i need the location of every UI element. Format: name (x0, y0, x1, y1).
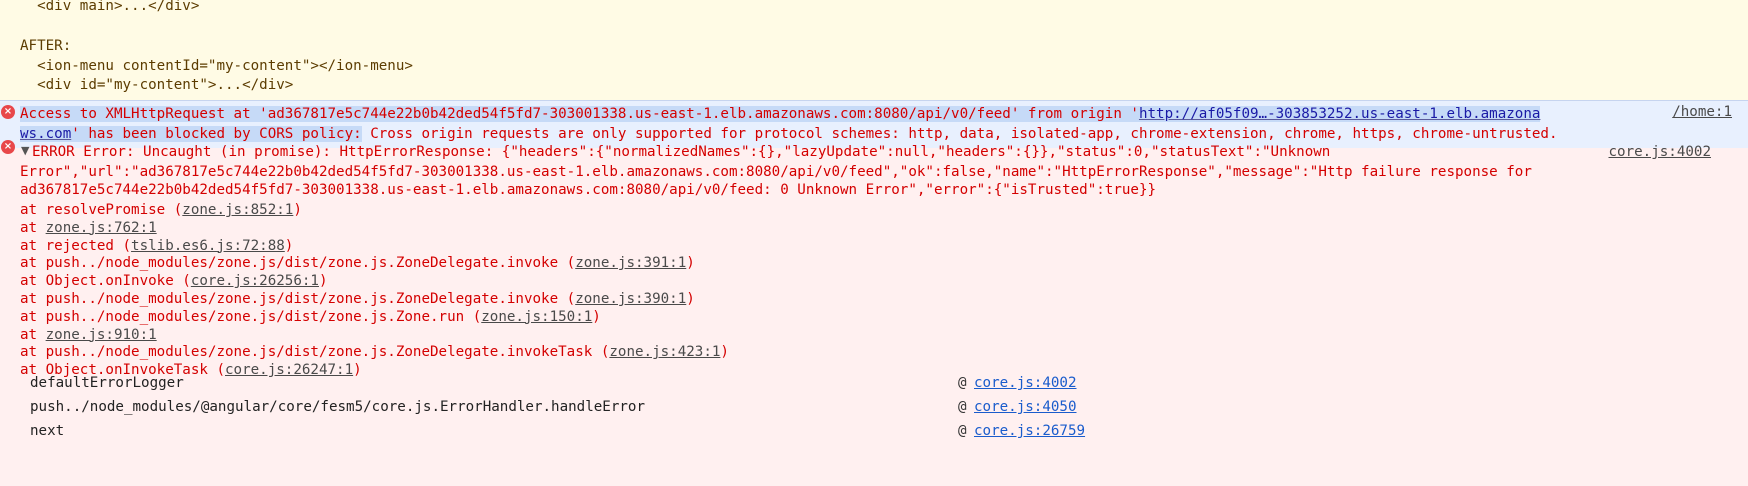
call-trace-at: @ (958, 399, 967, 415)
warning-line: AFTER: (20, 38, 72, 54)
call-trace-function: defaultErrorLogger (30, 375, 184, 391)
origin-link-continued[interactable]: ws.com (20, 126, 71, 142)
call-trace-at: @ (958, 423, 967, 439)
warning-line: <div id="my-content">...</div> (20, 77, 294, 93)
error-icon: × (1, 140, 15, 154)
stack-frame-link[interactable]: zone.js:762:1 (46, 220, 157, 236)
stack-frame-text: at (20, 219, 46, 236)
stack-frame-link[interactable]: zone.js:852:1 (182, 202, 293, 218)
stack-frame-link[interactable]: zone.js:910:1 (46, 327, 157, 343)
stack-frame-text: at resolvePromise ( (20, 202, 183, 218)
error-line-1: ERROR Error: Uncaught (in promise): Http… (32, 144, 1331, 160)
stack-frame-link[interactable]: core.js:26256:1 (191, 273, 319, 289)
error-line-3: ad367817e5c744e22b0b42ded54f5fd7-3030013… (20, 182, 1157, 198)
stack-frame-tail: ) (720, 344, 729, 361)
stack-frame-link[interactable]: zone.js:391:1 (575, 255, 686, 271)
origin-link[interactable]: http://af05f09…-303853252.us-east-1.elb.… (1139, 106, 1540, 122)
warning-line: <div main>...</div> (20, 0, 200, 14)
cors-error-line-2[interactable]: ws.com' has been blocked by CORS policy:… (20, 124, 1558, 144)
expand-toggle-icon[interactable]: ▼ (21, 144, 29, 157)
cors-error-line-1[interactable]: Access to XMLHttpRequest at 'ad367817e5c… (20, 104, 1541, 124)
uncaught-error-message[interactable]: × ▼ ERROR Error: Uncaught (in promise): … (0, 140, 1748, 486)
call-trace-at: @ (958, 375, 967, 391)
devtools-console: <div main>...</div> AFTER: <ion-menu con… (0, 0, 1748, 486)
call-trace-link[interactable]: core.js:4050 (974, 395, 1077, 419)
warning-message: <div main>...</div> AFTER: <ion-menu con… (0, 0, 1748, 100)
stack-frame-link[interactable]: zone.js:423:1 (609, 344, 720, 360)
stack-frame-link[interactable]: zone.js:390:1 (575, 291, 686, 307)
call-trace-function: push../node_modules/@angular/core/fesm5/… (30, 399, 645, 415)
error-source-link[interactable]: core.js:4002 (1609, 142, 1712, 162)
call-trace-link[interactable]: core.js:26759 (974, 419, 1085, 443)
stack-frame-text: at push../node_modules/zone.js/dist/zone… (20, 291, 576, 307)
stack-frame-link[interactable]: tslib.es6.js:72:88 (131, 238, 285, 254)
stack-frame-text: at rejected ( (20, 237, 132, 254)
stack-frame-text: at push../node_modules/zone.js/dist/zone… (20, 308, 482, 325)
stack-frame-tail: ) (284, 237, 294, 254)
stack-frame-tail: ) (293, 202, 302, 218)
call-trace-row[interactable]: push../node_modules/@angular/core/fesm5/… (30, 395, 1730, 419)
stack-frame-tail: ) (686, 291, 695, 307)
cors-error-text: Access to XMLHttpRequest at 'ad367817e5c… (20, 106, 1139, 122)
warning-line: <ion-menu contentId="my-content"></ion-m… (20, 58, 413, 74)
stack-frame-text: at (20, 326, 46, 343)
cors-error-text: Cross origin requests are only supported… (361, 126, 1558, 142)
cors-source-link[interactable]: /home:1 (1672, 104, 1732, 120)
stack-frame-text: at push../node_modules/zone.js/dist/zone… (20, 255, 576, 272)
stack-frame-text: at push../node_modules/zone.js/dist/zone… (20, 344, 610, 361)
stack-frame-tail: ) (318, 273, 328, 290)
call-trace-function: next (30, 423, 65, 439)
stack-frame-tail: ) (592, 308, 601, 325)
error-line-2: Error","url":"ad367817e5c744e22b0b42ded5… (20, 164, 1532, 180)
stack-frame-tail: ) (686, 255, 695, 272)
call-trace-row[interactable]: next @ core.js:26759 (30, 419, 1730, 443)
stack-frame-text: at Object.onInvoke ( (20, 273, 191, 290)
stack-frame-link[interactable]: zone.js:150:1 (481, 309, 592, 325)
error-icon: × (1, 105, 15, 119)
cors-error-text: ' has been blocked by CORS policy: (71, 126, 362, 142)
call-trace-link[interactable]: core.js:4002 (974, 371, 1077, 395)
call-trace-row[interactable]: defaultErrorLogger @ core.js:4002 (30, 371, 1730, 395)
